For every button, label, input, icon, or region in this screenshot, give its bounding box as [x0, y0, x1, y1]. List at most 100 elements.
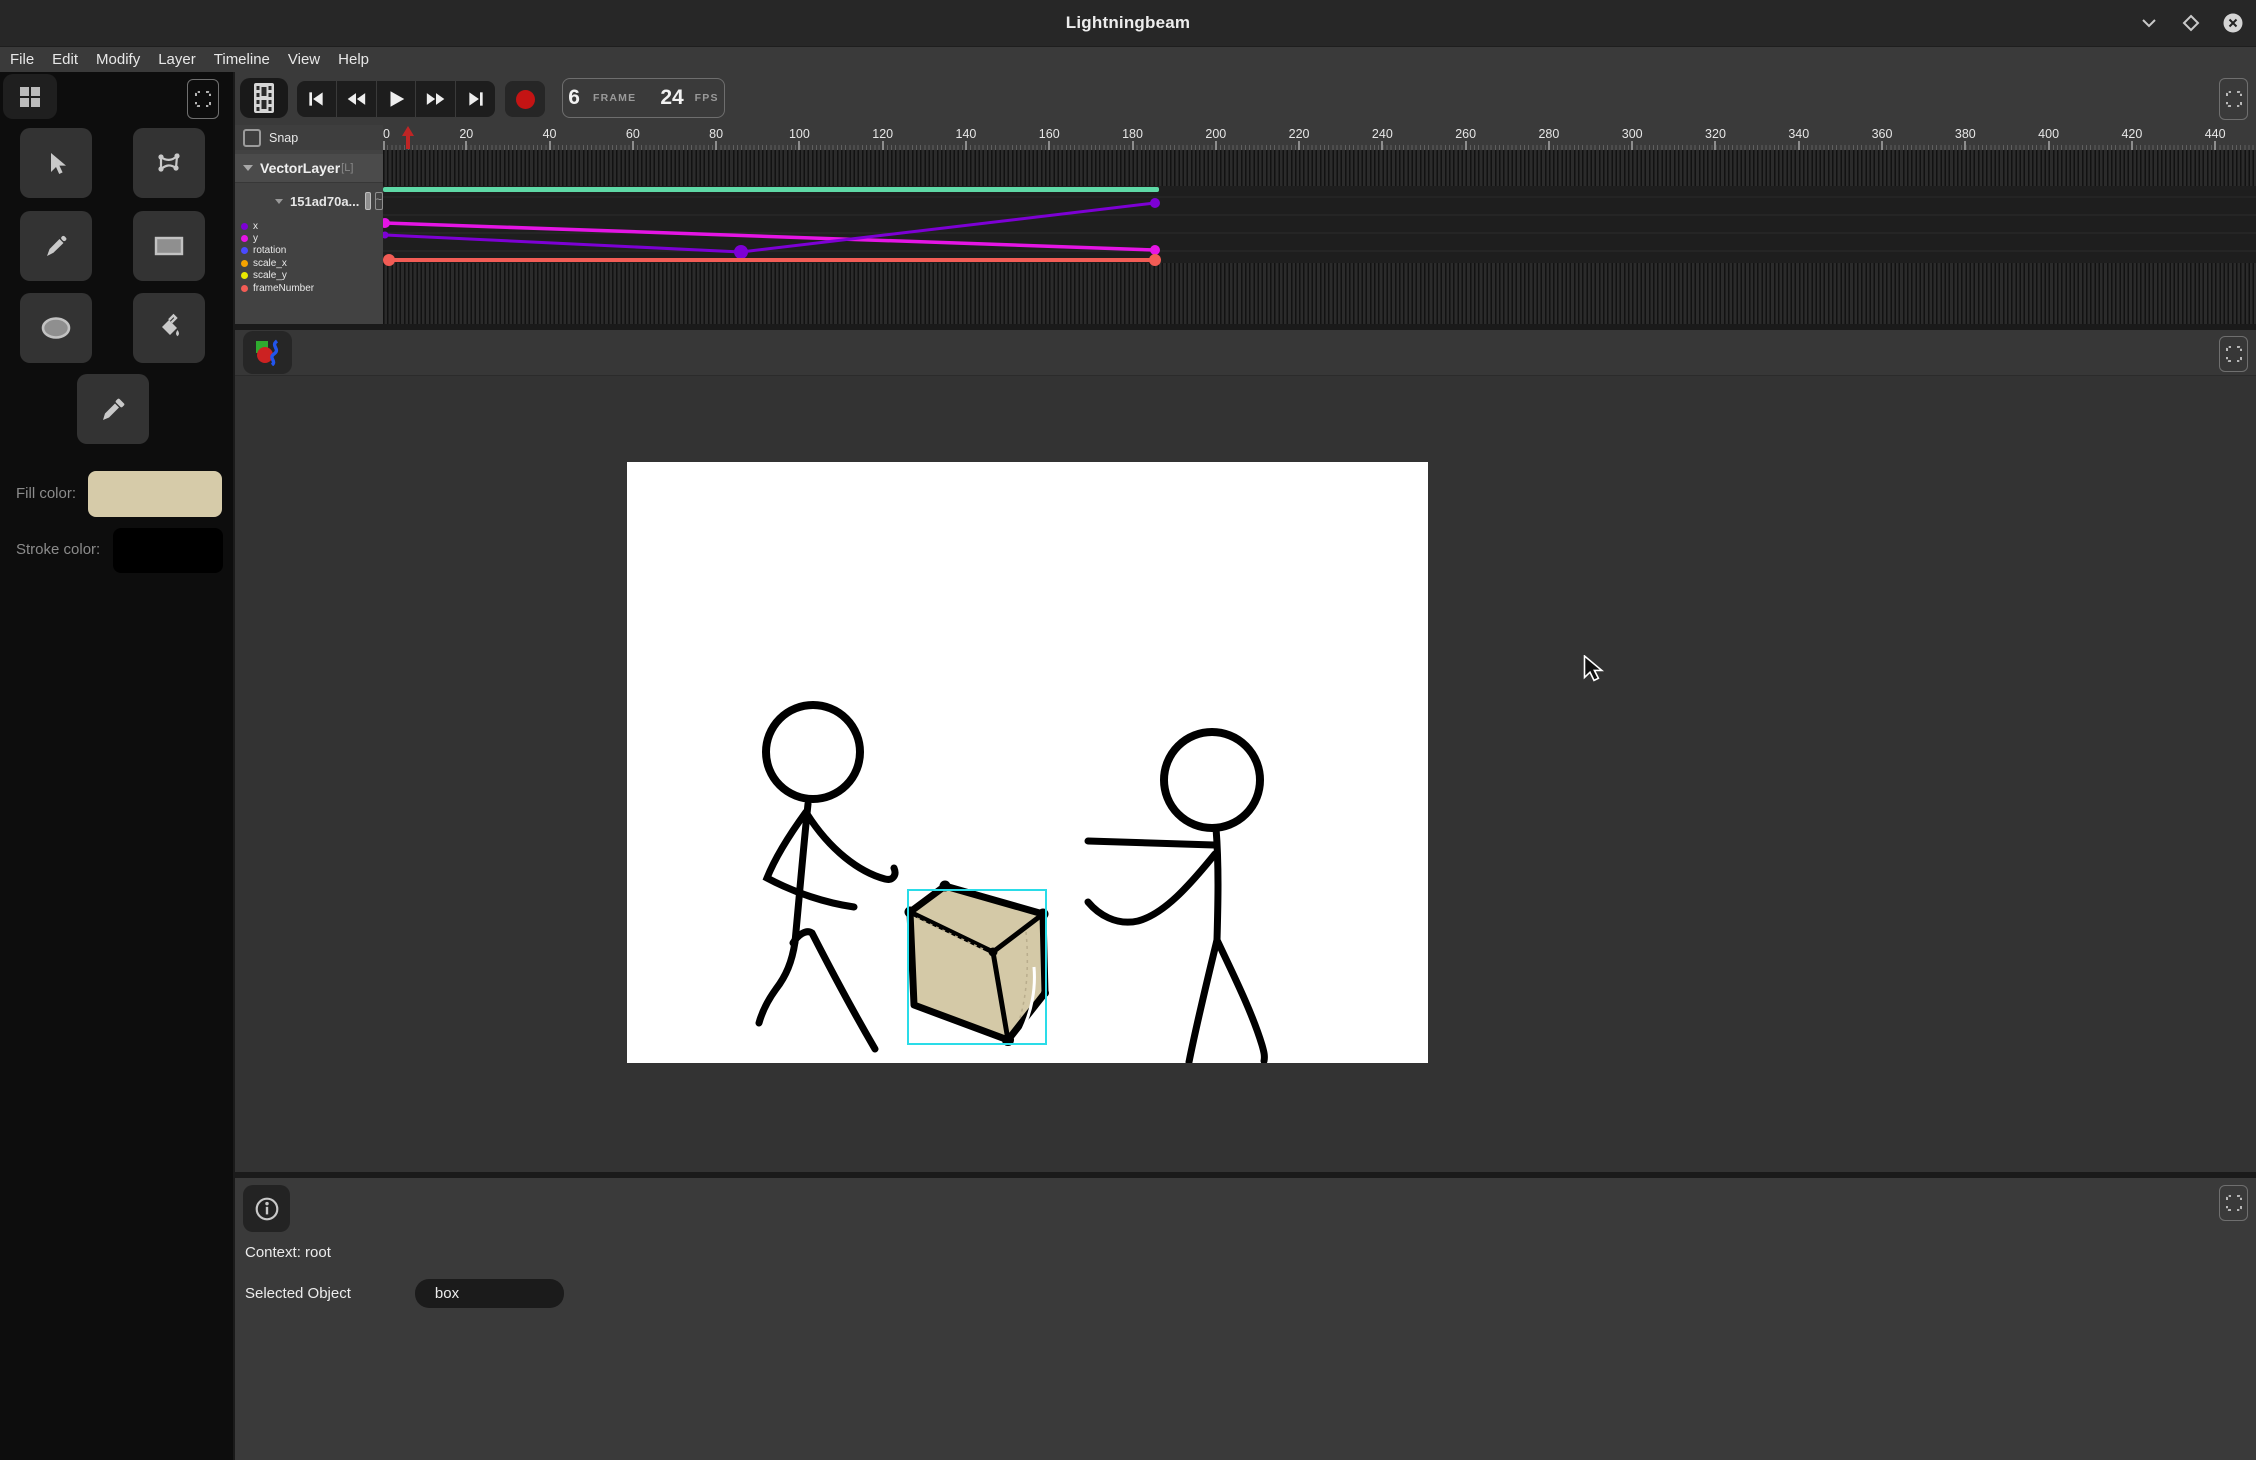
skip-to-start-button[interactable]: [297, 81, 336, 117]
rectangle-tool-button[interactable]: [133, 211, 205, 281]
window-close-button[interactable]: [2222, 12, 2244, 34]
menu-item-modify[interactable]: Modify: [87, 47, 149, 72]
rewind-button[interactable]: [336, 81, 376, 117]
object-name: 151ad70a...: [290, 194, 359, 209]
stick-figure-right[interactable]: [1088, 732, 1264, 1062]
fast-forward-button[interactable]: [415, 81, 455, 117]
mouse-cursor: [1583, 655, 1605, 688]
info-expand-button[interactable]: [2219, 1185, 2248, 1221]
title-bar: Lightningbeam: [0, 0, 2256, 47]
property-row-x[interactable]: x: [235, 220, 383, 232]
ruler-tick-label: 240: [1372, 127, 1393, 141]
canvas-expand-button[interactable]: [2219, 336, 2248, 372]
layer-row-vectorlayer[interactable]: VectorLayer [L]: [235, 154, 383, 183]
frame-label: FRAME: [593, 92, 636, 104]
ellipse-icon: [39, 315, 73, 341]
ellipse-tool-button[interactable]: [20, 293, 92, 363]
property-row-scale_y[interactable]: scale_y: [235, 270, 383, 282]
play-button[interactable]: [376, 81, 416, 117]
ruler-major-tick: [1964, 141, 1966, 150]
playhead-icon: [401, 126, 415, 149]
node-editor-tool-button[interactable]: [133, 128, 205, 198]
property-row-frameNumber[interactable]: frameNumber: [235, 282, 383, 294]
ruler-major-tick: [1548, 141, 1550, 150]
stroke-color-swatch[interactable]: [113, 528, 223, 573]
record-icon: [516, 90, 535, 109]
timeline-frames-area[interactable]: [383, 150, 2256, 324]
menu-item-file[interactable]: File: [1, 47, 43, 72]
ruler-tick-label: 260: [1455, 127, 1476, 141]
info-panel: Context: root Selected Object box: [235, 1178, 2256, 1460]
curve-keyframe-dot: [734, 245, 748, 259]
window-minimize-button[interactable]: [2138, 12, 2160, 34]
menu-item-help[interactable]: Help: [329, 47, 378, 72]
ruler-major-tick: [1631, 141, 1633, 150]
ruler-major-tick: [1298, 141, 1300, 150]
select-tool-button[interactable]: [20, 128, 92, 198]
ruler-major-tick: [383, 141, 385, 150]
menu-item-layer[interactable]: Layer: [149, 47, 205, 72]
ruler-tick-label: 0: [383, 127, 390, 141]
close-icon: [2222, 12, 2244, 34]
info-button[interactable]: [243, 1185, 290, 1232]
film-button[interactable]: [240, 78, 288, 118]
ruler-tick-label: 440: [2205, 127, 2226, 141]
object-row[interactable]: 151ad70a... ~: [235, 186, 383, 216]
object-swatch-button[interactable]: [365, 192, 370, 210]
timeline-expand-button[interactable]: [2219, 78, 2248, 120]
ruler-tick-label: 400: [2038, 127, 2059, 141]
snap-row: Snap: [235, 125, 383, 150]
ruler-major-tick: [2131, 141, 2133, 150]
object-tween-button[interactable]: ~: [375, 192, 383, 210]
snap-checkbox[interactable]: [243, 129, 261, 147]
ruler-major-tick: [549, 141, 551, 150]
property-row-y[interactable]: y: [235, 232, 383, 244]
chevron-down-icon: [2139, 13, 2159, 33]
ruler-major-tick: [715, 141, 717, 150]
record-button[interactable]: [505, 81, 545, 117]
property-row-scale_x[interactable]: scale_x: [235, 257, 383, 269]
menu-item-timeline[interactable]: Timeline: [205, 47, 279, 72]
selected-object-value[interactable]: box: [415, 1279, 564, 1308]
ruler-major-tick: [798, 141, 800, 150]
stage[interactable]: [627, 462, 1428, 1063]
rectangle-icon: [153, 233, 185, 259]
frame-value: 6: [568, 86, 580, 110]
eyedropper-tool-button[interactable]: [77, 374, 149, 444]
menu-item-edit[interactable]: Edit: [43, 47, 87, 72]
playhead[interactable]: [401, 126, 415, 150]
window-maximize-button[interactable]: [2180, 12, 2202, 34]
skip-to-end-button[interactable]: [455, 81, 495, 117]
ruler-tick-label: 300: [1622, 127, 1643, 141]
property-color-dot: [241, 223, 248, 230]
timeline-ruler[interactable]: 0204060801001201401601802002202402602803…: [383, 125, 2256, 150]
stick-figure-left[interactable]: [759, 705, 895, 1049]
sidebar-expand-button[interactable]: [187, 79, 219, 119]
timeline-curves[interactable]: [383, 150, 2256, 324]
property-row-rotation[interactable]: rotation: [235, 245, 383, 257]
ruler-major-tick: [465, 141, 467, 150]
ruler-tick-label: 60: [626, 127, 640, 141]
menu-item-view[interactable]: View: [279, 47, 329, 72]
caret-down-icon[interactable]: [275, 199, 283, 204]
property-label: scale_x: [253, 258, 287, 269]
panel-grid-button[interactable]: [3, 74, 57, 119]
curve-keyframe-dot: [1150, 245, 1160, 255]
paint-bucket-tool-button[interactable]: [133, 293, 205, 363]
expand-icon: [2226, 91, 2242, 107]
tools-sidebar: Fill color: Stroke color:: [0, 72, 233, 1460]
ruler-major-tick: [1132, 141, 1134, 150]
pencil-tool-button[interactable]: [20, 211, 92, 281]
info-icon: [254, 1196, 280, 1222]
frame-fps-display[interactable]: 6 FRAME 24 FPS: [562, 78, 725, 118]
ruler-major-tick: [1048, 141, 1050, 150]
vector-graphics-button[interactable]: [243, 331, 292, 374]
ruler-tick-label: 420: [2121, 127, 2142, 141]
layers-column: VectorLayer [L] 151ad70a... ~ xyrotation…: [235, 150, 383, 324]
fill-color-label: Fill color:: [16, 485, 76, 502]
box-object[interactable]: [905, 881, 1050, 1047]
canvas-panel[interactable]: [235, 330, 2256, 1172]
caret-down-icon[interactable]: [243, 165, 253, 171]
stage-drawing[interactable]: [627, 462, 1428, 1063]
fill-color-swatch[interactable]: [88, 471, 222, 517]
